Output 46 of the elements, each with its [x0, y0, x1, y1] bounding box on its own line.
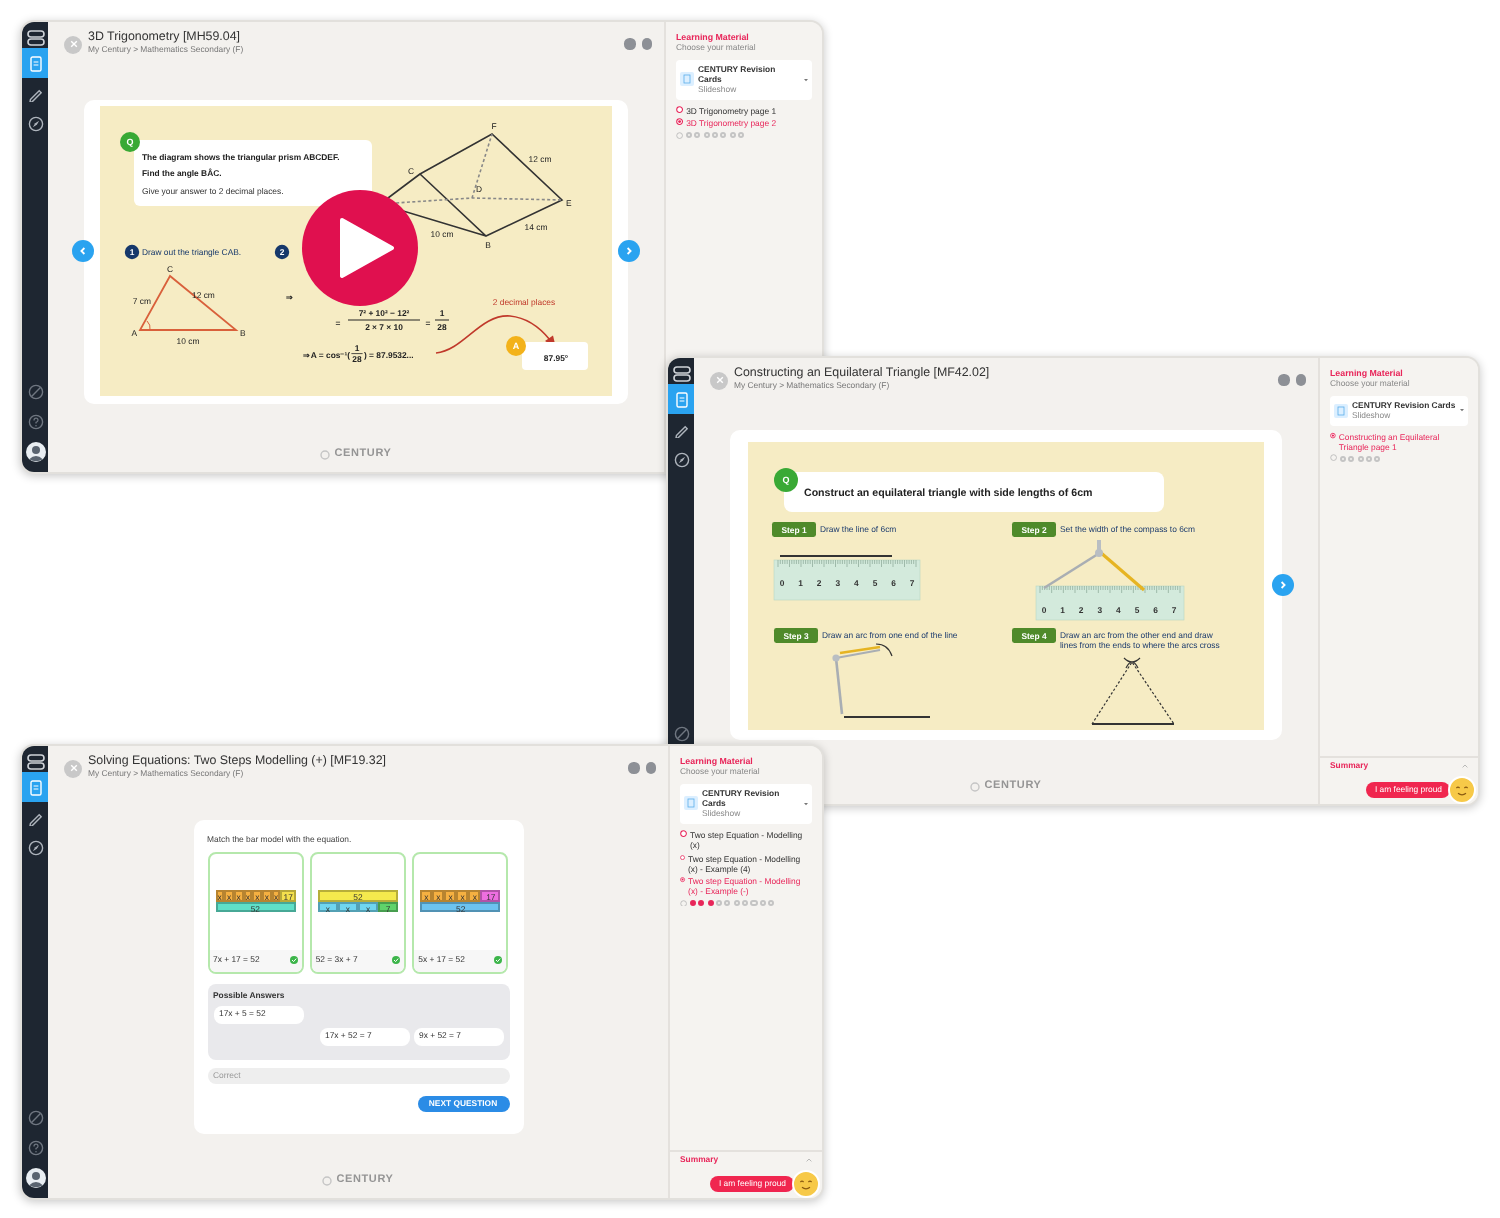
logo-icon — [320, 449, 331, 459]
document-icon — [680, 72, 694, 87]
pencil-icon — [27, 85, 43, 101]
logo-icon[interactable] — [671, 364, 691, 384]
avatar-icon[interactable] — [25, 441, 45, 461]
pencil-icon — [673, 421, 689, 437]
answer-panel — [522, 342, 588, 370]
compass-drawing — [832, 642, 893, 714]
avatar-icon[interactable] — [25, 1167, 45, 1187]
logo-icon[interactable] — [25, 752, 45, 772]
compass-icon — [27, 115, 43, 131]
chevron-right-icon — [1278, 580, 1288, 590]
compass-icon — [27, 839, 43, 855]
next-button[interactable] — [618, 240, 640, 262]
document-icon — [684, 796, 698, 811]
previous-button[interactable] — [72, 240, 94, 262]
help-icon[interactable] — [27, 1139, 43, 1155]
document-icon — [27, 779, 43, 795]
chevron-right-icon — [624, 246, 634, 256]
slash-icon[interactable] — [27, 383, 43, 399]
logo-icon — [970, 781, 981, 791]
curved-arrow — [435, 315, 556, 354]
close-icon — [715, 376, 723, 384]
close-icon — [69, 40, 77, 48]
timeline-node-icon — [680, 899, 688, 907]
logo-icon[interactable] — [25, 28, 45, 48]
compass-drawing — [1043, 539, 1146, 591]
next-button[interactable] — [1272, 574, 1294, 596]
triangle-drawing — [138, 274, 239, 331]
logo-icon — [322, 1175, 333, 1185]
slash-icon[interactable] — [673, 725, 689, 741]
compass-icon — [673, 451, 689, 467]
slash-icon[interactable] — [27, 1109, 43, 1125]
line-segment — [779, 554, 893, 556]
timeline-node-icon — [676, 132, 684, 140]
document-icon — [673, 391, 689, 407]
line-segment — [843, 715, 931, 717]
play-button[interactable] — [302, 190, 418, 306]
close-icon — [69, 764, 77, 772]
help-icon[interactable] — [27, 413, 43, 429]
triangle-drawing — [1091, 656, 1175, 724]
chevron-left-icon — [78, 246, 88, 256]
document-icon — [27, 55, 43, 71]
timeline-node-icon — [1330, 454, 1338, 463]
document-icon — [1334, 403, 1348, 418]
pencil-icon — [27, 809, 43, 825]
